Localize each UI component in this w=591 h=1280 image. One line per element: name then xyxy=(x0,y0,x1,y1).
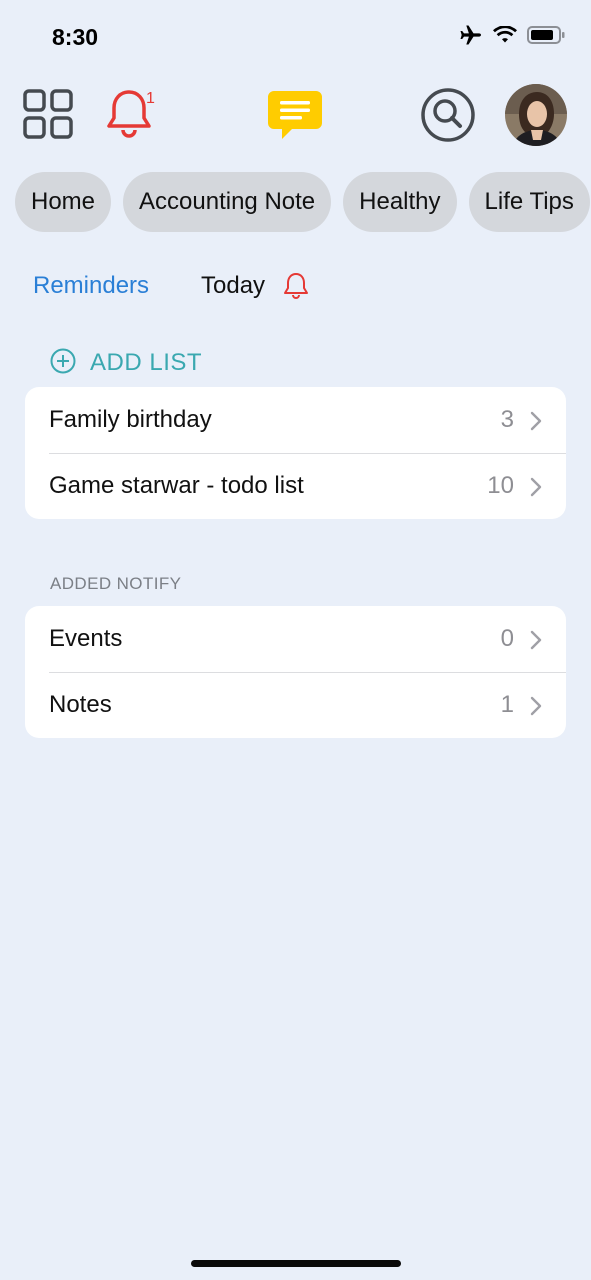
notification-badge: 1 xyxy=(146,90,155,107)
list-item[interactable]: Events 0 xyxy=(25,606,566,672)
chip-life-tips[interactable]: Life Tips xyxy=(468,172,590,232)
lists-card: Family birthday 3 Game starwar - todo li… xyxy=(25,387,566,519)
chip-accounting-note[interactable]: Accounting Note xyxy=(123,172,332,232)
search-icon[interactable] xyxy=(420,87,476,143)
list-item-count: 1 xyxy=(500,691,514,718)
bell-icon xyxy=(283,272,309,305)
tab-today[interactable]: Today xyxy=(201,272,265,300)
chat-icon[interactable] xyxy=(266,86,324,144)
battery-icon xyxy=(527,25,565,45)
chevron-right-icon xyxy=(530,411,542,436)
avatar[interactable] xyxy=(505,84,567,146)
home-indicator[interactable] xyxy=(191,1260,401,1267)
section-header-added-notify: ADDED NOTIFY xyxy=(50,574,182,593)
tab-reminders[interactable]: Reminders xyxy=(33,272,149,300)
chevron-right-icon xyxy=(530,630,542,655)
list-item-count: 0 xyxy=(500,625,514,652)
list-item-label: Notes xyxy=(49,691,112,718)
list-item-count: 3 xyxy=(500,406,514,433)
status-icons xyxy=(459,24,565,46)
add-list-label: ADD LIST xyxy=(90,349,203,376)
chevron-right-icon xyxy=(530,477,542,502)
list-item-label: Events xyxy=(49,625,123,652)
list-item[interactable]: Family birthday 3 xyxy=(25,387,566,453)
grid-icon[interactable] xyxy=(22,88,74,140)
airplane-icon xyxy=(459,24,483,46)
status-time: 8:30 xyxy=(52,24,99,50)
chevron-right-icon xyxy=(530,696,542,721)
list-item-label: Game starwar - todo list xyxy=(49,472,304,499)
category-chips: Home Accounting Note Healthy Life Tips xyxy=(15,172,591,232)
chip-home[interactable]: Home xyxy=(15,172,112,232)
list-item-count: 10 xyxy=(487,472,514,499)
status-bar: 8:30 xyxy=(0,0,591,76)
top-toolbar: 1 xyxy=(0,82,591,146)
list-item[interactable]: Game starwar - todo list 10 xyxy=(25,453,566,519)
wifi-icon xyxy=(493,26,517,44)
list-item[interactable]: Notes 1 xyxy=(25,672,566,738)
plus-circle-icon xyxy=(50,348,76,379)
add-list-button[interactable]: ADD LIST xyxy=(50,348,202,378)
list-item-label: Family birthday xyxy=(49,406,212,433)
chip-healthy[interactable]: Healthy xyxy=(343,172,457,232)
notify-card: Events 0 Notes 1 xyxy=(25,606,566,738)
tabs: Reminders Today xyxy=(0,270,591,306)
